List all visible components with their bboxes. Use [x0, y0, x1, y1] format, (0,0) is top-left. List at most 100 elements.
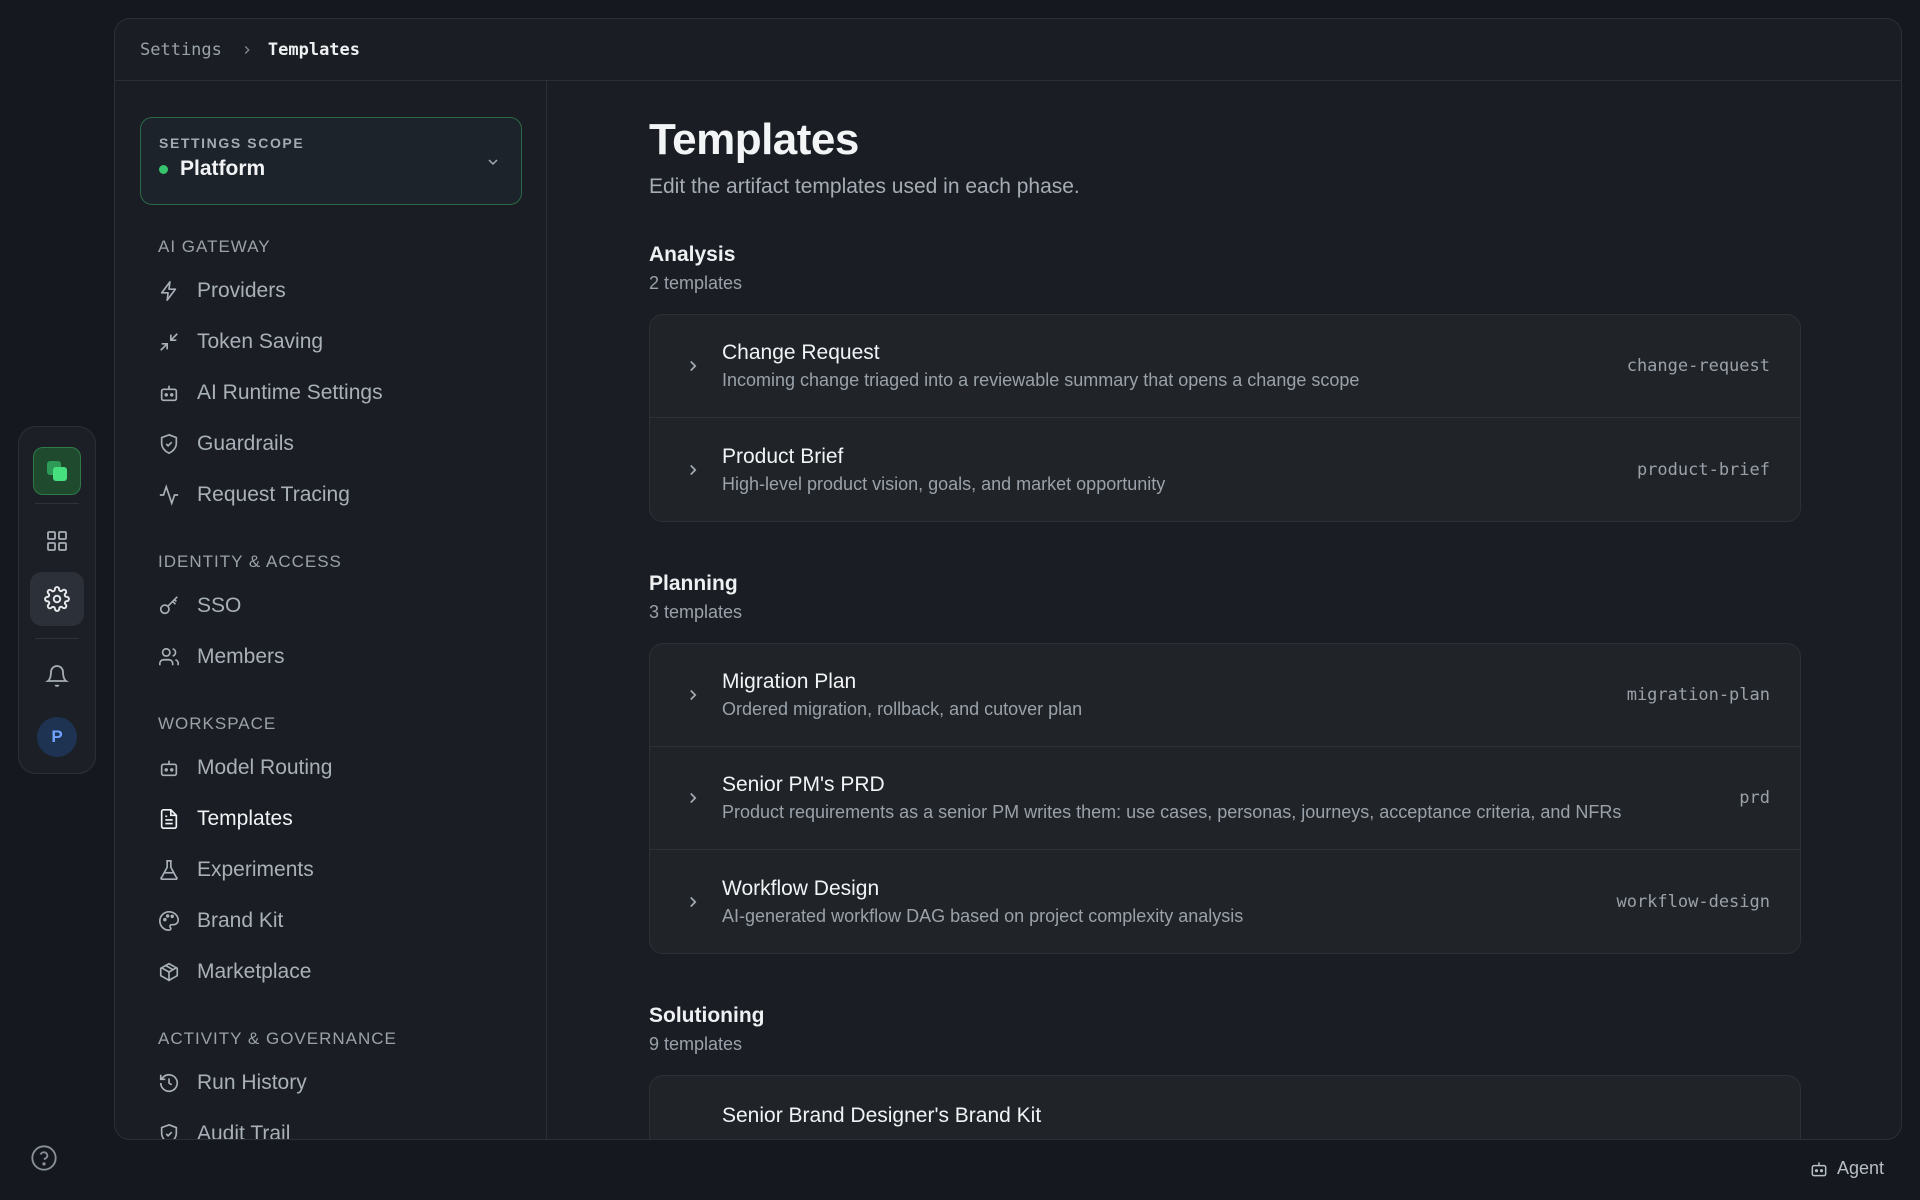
template-row[interactable]: Product Brief High-level product vision,…: [650, 418, 1800, 521]
chevron-right-icon: [240, 43, 254, 57]
sidebar-item-templates[interactable]: Templates: [140, 793, 522, 844]
palette-icon: [158, 910, 180, 932]
sidebar-item-label: Model Routing: [197, 755, 333, 779]
sidebar-item-label: Token Saving: [197, 329, 324, 353]
sidebar-item-label: AI Runtime Settings: [197, 380, 383, 404]
compress-arrows-icon: [158, 331, 180, 353]
sidebar-item-brand-kit[interactable]: Brand Kit: [140, 895, 522, 946]
lightning-icon: [158, 280, 180, 302]
bot-icon: [158, 382, 180, 404]
template-slug: prd: [1739, 788, 1770, 808]
template-name: Senior Brand Designer's Brand Kit: [722, 1104, 1042, 1127]
nav-section-identity-access: IDENTITY & ACCESS SSO Members: [140, 552, 522, 682]
template-list: Senior Brand Designer's Brand Kit: [649, 1075, 1801, 1139]
agent-label: Agent: [1836, 1158, 1884, 1178]
chevron-right-icon: [684, 893, 706, 911]
scope-label: SETTINGS SCOPE: [159, 135, 305, 151]
template-description: AI-generated workflow DAG based on proje…: [722, 905, 1244, 926]
nav-section-workspace: WORKSPACE Model Routing Templates Experi…: [140, 714, 522, 997]
template-name: Senior PM's PRD: [722, 773, 885, 796]
template-list: Change Request Incoming change triaged i…: [649, 314, 1801, 522]
users-icon: [158, 646, 180, 668]
nav-heading: IDENTITY & ACCESS: [158, 552, 342, 571]
template-description: Ordered migration, rollback, and cutover…: [722, 699, 1083, 719]
file-text-icon: [158, 808, 180, 830]
template-row[interactable]: Senior PM's PRD Product requirements as …: [650, 747, 1800, 850]
template-row[interactable]: Change Request Incoming change triaged i…: [650, 315, 1800, 418]
group-title: Planning: [649, 572, 738, 595]
settings-sidebar: SETTINGS SCOPE Platform AI GATEWAY Provi…: [115, 81, 547, 1139]
sidebar-item-marketplace[interactable]: Marketplace: [140, 946, 522, 997]
key-icon: [158, 595, 180, 617]
chevron-right-icon: [684, 686, 706, 704]
sidebar-item-sso[interactable]: SSO: [140, 580, 522, 631]
template-row[interactable]: Workflow Design AI-generated workflow DA…: [650, 850, 1800, 953]
bot-icon: [1811, 1161, 1827, 1176]
rail-divider: [35, 638, 79, 639]
gear-icon: [44, 586, 70, 612]
sidebar-item-request-tracing[interactable]: Request Tracing: [140, 469, 522, 520]
sidebar-item-label: Providers: [197, 278, 286, 302]
avatar[interactable]: P: [37, 717, 77, 757]
sidebar-item-guardrails[interactable]: Guardrails: [140, 418, 522, 469]
bot-icon: [158, 757, 180, 779]
template-name: Product Brief: [722, 444, 844, 468]
chevron-right-icon: [684, 357, 706, 375]
group-count: 9 templates: [649, 1034, 743, 1054]
breadcrumb-settings[interactable]: Settings: [140, 40, 222, 60]
logo-icon: [47, 461, 67, 481]
sidebar-item-label: SSO: [197, 593, 242, 617]
template-description: Incoming change triaged into a reviewabl…: [722, 370, 1360, 390]
sidebar-item-label: Templates: [197, 806, 293, 830]
sidebar-item-label: Guardrails: [197, 431, 294, 455]
template-group-planning: Planning 3 templates Migration Plan Orde…: [649, 572, 1901, 954]
nav-heading: AI GATEWAY: [158, 237, 271, 256]
nav-section-activity-governance: ACTIVITY & GOVERNANCE Run History Audit …: [140, 1029, 522, 1139]
sidebar-item-label: Audit Trail: [197, 1121, 291, 1140]
template-row[interactable]: Migration Plan Ordered migration, rollba…: [650, 644, 1800, 747]
template-description: High-level product vision, goals, and ma…: [722, 473, 1166, 494]
bell-icon: [45, 665, 69, 687]
breadcrumb-current: Templates: [267, 39, 361, 60]
history-icon: [158, 1072, 180, 1094]
sidebar-item-run-history[interactable]: Run History: [140, 1057, 522, 1108]
settings-button[interactable]: [30, 572, 84, 626]
settings-panel: Settings Templates SETTINGS SCOPE Platfo…: [114, 18, 1902, 1140]
sidebar-item-label: Members: [197, 644, 285, 668]
shield-check-icon: [158, 1123, 180, 1139]
page-subtitle: Edit the artifact templates used in each…: [649, 175, 1080, 198]
main-content: Templates Edit the artifact templates us…: [549, 81, 1901, 1139]
status-dot: [159, 164, 168, 174]
template-group-analysis: Analysis 2 templates Change Request Inco…: [649, 243, 1901, 522]
activity-icon: [158, 483, 180, 506]
notifications-button[interactable]: [30, 649, 84, 703]
template-slug: change-request: [1626, 356, 1770, 376]
help-button[interactable]: [30, 1144, 58, 1172]
template-row[interactable]: Senior Brand Designer's Brand Kit: [650, 1076, 1800, 1139]
sidebar-item-providers[interactable]: Providers: [140, 265, 522, 316]
sidebar-item-token-saving[interactable]: Token Saving: [140, 316, 522, 367]
template-slug: workflow-design: [1616, 891, 1770, 912]
rail-divider: [35, 503, 79, 504]
chevron-down-icon: [485, 154, 501, 170]
sidebar-item-label: Experiments: [197, 857, 314, 881]
group-title: Solutioning: [649, 1004, 765, 1027]
sidebar-item-experiments[interactable]: Experiments: [140, 844, 522, 895]
agent-button[interactable]: Agent: [1809, 1158, 1884, 1179]
sidebar-item-label: Request Tracing: [197, 482, 350, 506]
nav-heading: ACTIVITY & GOVERNANCE: [158, 1029, 397, 1048]
scope-selector[interactable]: SETTINGS SCOPE Platform: [140, 117, 522, 205]
scope-value: Platform: [180, 157, 266, 180]
nav-section-ai-gateway: AI GATEWAY Providers Token Saving AI Run…: [140, 237, 522, 520]
template-name: Workflow Design: [722, 876, 880, 900]
sidebar-item-ai-runtime-settings[interactable]: AI Runtime Settings: [140, 367, 522, 418]
breadcrumb: Settings Templates: [115, 19, 1901, 81]
sidebar-item-model-routing[interactable]: Model Routing: [140, 742, 522, 793]
package-icon: [158, 961, 180, 983]
chevron-right-icon: [684, 789, 706, 807]
sidebar-item-label: Marketplace: [197, 959, 312, 983]
dashboard-button[interactable]: [30, 514, 84, 568]
sidebar-item-members[interactable]: Members: [140, 631, 522, 682]
app-logo[interactable]: [33, 447, 81, 495]
sidebar-item-audit-trail[interactable]: Audit Trail: [140, 1108, 522, 1139]
